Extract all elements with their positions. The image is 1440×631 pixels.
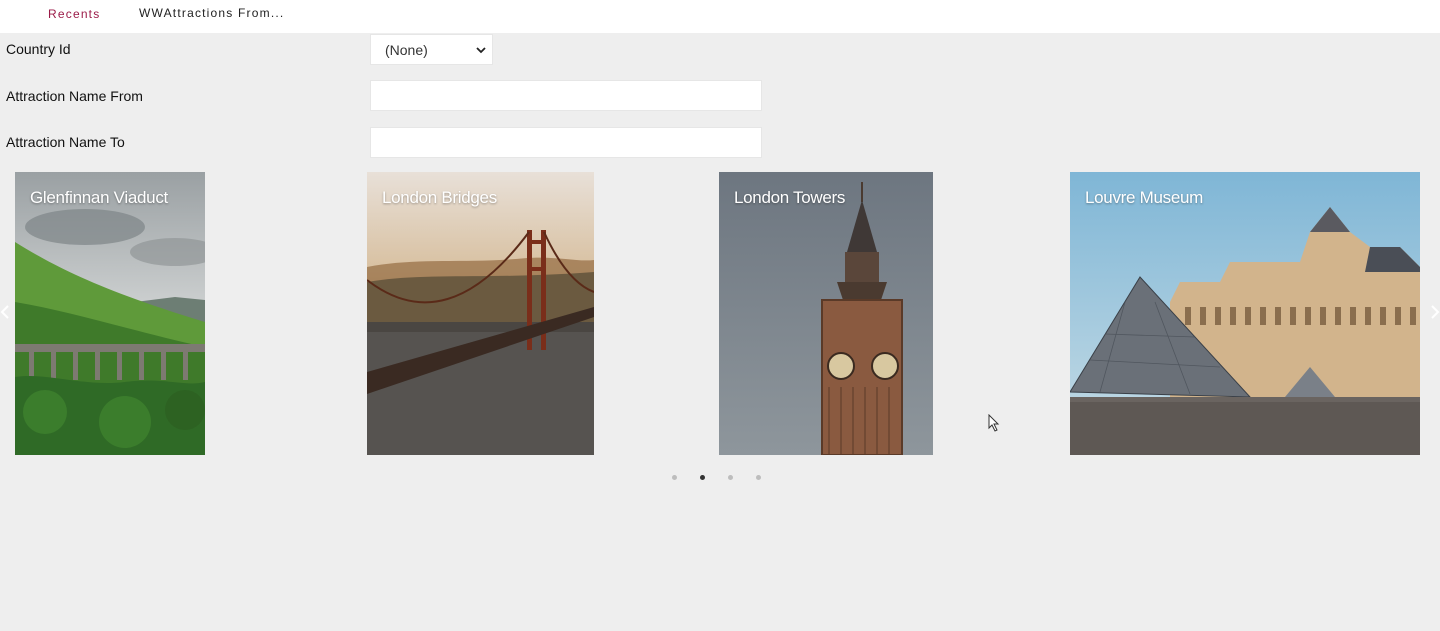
- country-id-label: Country Id: [6, 41, 71, 57]
- attraction-name-to-input[interactable]: [370, 127, 762, 158]
- country-id-select[interactable]: (None): [370, 34, 493, 65]
- attraction-image: [367, 172, 594, 455]
- attraction-title: Glenfinnan Viaduct: [30, 188, 168, 207]
- attraction-title: London Towers: [734, 188, 846, 207]
- mouse-cursor-icon: [988, 414, 1000, 432]
- attraction-card[interactable]: London Bridges: [367, 172, 594, 455]
- chevron-down-icon: [476, 47, 486, 54]
- attraction-image: [15, 172, 205, 455]
- attraction-title: Louvre Museum: [1085, 188, 1203, 207]
- attraction-name-to-label: Attraction Name To: [6, 134, 125, 150]
- carousel-next-icon[interactable]: [1426, 302, 1440, 322]
- carousel-prev-icon[interactable]: [0, 302, 14, 322]
- attraction-title: London Bridges: [382, 188, 497, 207]
- attraction-card[interactable]: Glenfinnan Viaduct: [15, 172, 205, 455]
- attraction-image: [719, 172, 933, 455]
- attraction-name-from-label: Attraction Name From: [6, 88, 143, 104]
- carousel-dot[interactable]: [700, 475, 705, 480]
- attraction-name-from-input[interactable]: [370, 80, 762, 111]
- attraction-image: [1070, 172, 1420, 455]
- current-page-tab[interactable]: WWAttractions From...: [139, 6, 284, 20]
- country-id-value: (None): [385, 42, 428, 58]
- attraction-card[interactable]: London Towers: [719, 172, 933, 455]
- top-bar: Recents WWAttractions From...: [0, 0, 1440, 33]
- carousel-dot[interactable]: [672, 475, 677, 480]
- recents-tab[interactable]: Recents: [48, 7, 100, 21]
- carousel-dot[interactable]: [756, 475, 761, 480]
- carousel-dot[interactable]: [728, 475, 733, 480]
- attraction-card[interactable]: Louvre Museum: [1070, 172, 1420, 455]
